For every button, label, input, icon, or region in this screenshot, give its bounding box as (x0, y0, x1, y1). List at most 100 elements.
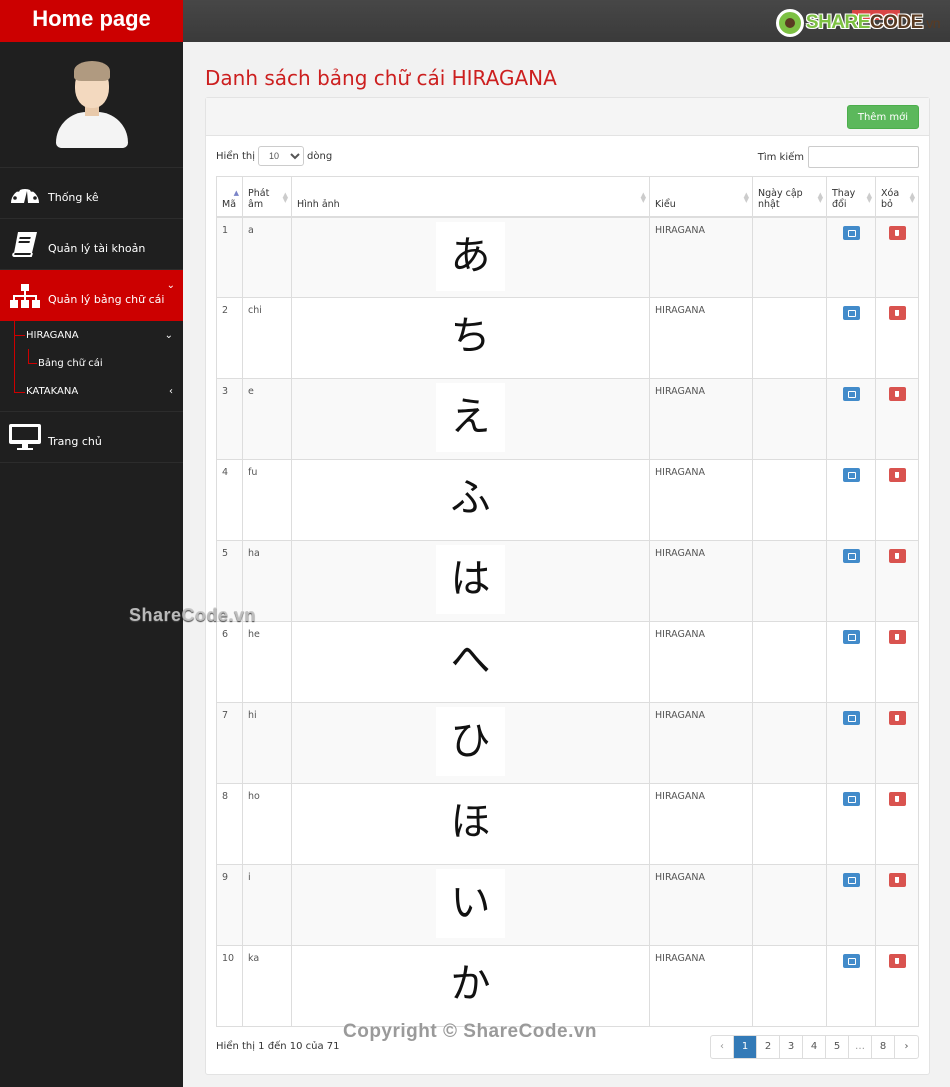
cell-pronunciation: e (242, 378, 292, 460)
logo-share-text: SHARE (805, 12, 871, 33)
cell-image: ひ (291, 702, 650, 784)
table-row: 4 fu ふ HIRAGANA (216, 459, 919, 541)
kana-image: あ (436, 221, 505, 291)
pagination-page[interactable]: 4 (803, 1036, 826, 1058)
kana-image: か (436, 950, 505, 1019)
edit-icon[interactable] (842, 711, 860, 725)
cell-delete (875, 621, 919, 703)
length-suffix: dòng (307, 150, 333, 162)
page-length-select[interactable]: 10 (258, 146, 305, 166)
cell-edit (826, 297, 876, 379)
cell-pronunciation: a (242, 216, 292, 298)
dashboard-icon (4, 175, 46, 211)
sidebar-item-accounts[interactable]: Quản lý tài khoản (0, 219, 183, 270)
cell-id: 8 (216, 783, 243, 865)
cell-delete (875, 459, 919, 541)
cell-image: へ (291, 621, 650, 703)
submenu-item-hiragana[interactable]: HIRAGANA ⌄ (0, 321, 183, 349)
edit-icon[interactable] (842, 549, 860, 563)
cell-edit (826, 783, 876, 865)
edit-icon[interactable] (842, 306, 860, 320)
submenu-label: Bảng chữ cái (38, 357, 103, 369)
submenu-item-katakana[interactable]: KATAKANA ‹ (0, 377, 183, 405)
cell-updated-date (752, 540, 827, 622)
panel-header: Thêm mới (206, 98, 929, 136)
pagination-page[interactable]: 2 (757, 1036, 780, 1058)
kana-image: は (436, 545, 505, 614)
table-row: 8 ho ほ HIRAGANA (216, 783, 919, 865)
edit-icon[interactable] (842, 792, 860, 806)
cell-delete (875, 378, 919, 460)
sidebar-item-alphabet[interactable]: Quản lý bảng chữ cái ⌄ (0, 270, 183, 321)
trash-icon[interactable] (888, 711, 906, 725)
column-header-type[interactable]: Kiểu ▲ ▼ (649, 176, 753, 218)
cell-updated-date (752, 297, 827, 379)
sort-icon: ▲ ▼ (640, 191, 646, 204)
page-length-control: Hiển thị 10 dòng (216, 146, 332, 166)
brand-home-link[interactable]: Home page (0, 0, 183, 42)
search-input[interactable] (808, 146, 919, 168)
table-row: 6 he へ HIRAGANA (216, 621, 919, 703)
trash-icon[interactable] (888, 873, 906, 887)
cell-image: い (291, 864, 650, 946)
column-header-updated-date[interactable]: Ngày cập nhật ▲ ▼ (752, 176, 827, 218)
kana-image: ひ (436, 707, 505, 776)
sidebar-item-home[interactable]: Trang chủ (0, 412, 183, 463)
edit-icon[interactable] (842, 954, 860, 968)
pagination-page[interactable]: 1 (734, 1036, 757, 1058)
avatar (52, 60, 132, 150)
cell-edit (826, 216, 876, 298)
trash-icon[interactable] (888, 954, 906, 968)
sort-icon: ▲ ▼ (866, 191, 872, 204)
sort-asc-icon: ▲ (233, 189, 239, 197)
sidebar-item-statistics[interactable]: Thống kê (0, 168, 183, 219)
trash-icon[interactable] (888, 630, 906, 644)
pagination-page[interactable]: 3 (780, 1036, 803, 1058)
trash-icon[interactable] (888, 225, 906, 240)
pagination-page[interactable]: 8 (872, 1036, 895, 1058)
cell-id: 7 (216, 702, 243, 784)
cell-pronunciation: he (242, 621, 292, 703)
pagination-prev[interactable]: ‹ (711, 1036, 734, 1058)
column-header-id[interactable]: Mã ▲ (216, 176, 243, 218)
add-new-button[interactable]: Thêm mới (846, 105, 919, 129)
chevron-down-icon: ⌄ (166, 280, 175, 291)
column-header-edit[interactable]: Thay đổi ▲ ▼ (826, 176, 876, 218)
trash-icon[interactable] (888, 306, 906, 320)
cell-id: 4 (216, 459, 243, 541)
cell-updated-date (752, 378, 827, 460)
table-row: 10 ka か HIRAGANA (216, 945, 919, 1027)
cell-image: え (291, 378, 650, 460)
sharecode-logo: SHARE CODE .vn (775, 8, 941, 38)
cell-type: HIRAGANA (649, 621, 753, 703)
column-label: Phát âm (248, 187, 270, 210)
trash-icon[interactable] (888, 387, 906, 401)
cell-updated-date (752, 459, 827, 541)
cell-pronunciation: fu (242, 459, 292, 541)
pagination-next[interactable]: › (895, 1036, 918, 1058)
edit-icon[interactable] (842, 387, 860, 401)
kana-image: ほ (436, 788, 505, 857)
cell-updated-date (752, 621, 827, 703)
table-row: 7 hi ひ HIRAGANA (216, 702, 919, 784)
sort-icon: ▲ ▼ (817, 191, 823, 204)
column-header-pronunciation[interactable]: Phát âm ▲ ▼ (242, 176, 292, 218)
edit-icon[interactable] (842, 468, 860, 482)
top-bar: Home page SHARE CODE .vn (0, 0, 950, 42)
submenu-item-alphabet-table[interactable]: Bảng chữ cái (0, 349, 183, 377)
trash-icon[interactable] (888, 792, 906, 806)
pagination-ellipsis: … (849, 1036, 872, 1058)
pagination-page[interactable]: 5 (826, 1036, 849, 1058)
trash-icon[interactable] (888, 549, 906, 563)
kana-image: ち (436, 302, 505, 371)
search-control: Tìm kiếm (758, 146, 919, 168)
column-header-delete[interactable]: Xóa bỏ ▲ ▼ (875, 176, 919, 218)
edit-icon[interactable] (842, 225, 860, 240)
edit-icon[interactable] (842, 873, 860, 887)
edit-icon[interactable] (842, 630, 860, 644)
trash-icon[interactable] (888, 468, 906, 482)
column-header-image[interactable]: Hình ảnh ▲ ▼ (291, 176, 650, 218)
submenu-label: KATAKANA (26, 385, 79, 397)
cell-id: 9 (216, 864, 243, 946)
cell-image: あ (291, 216, 650, 298)
